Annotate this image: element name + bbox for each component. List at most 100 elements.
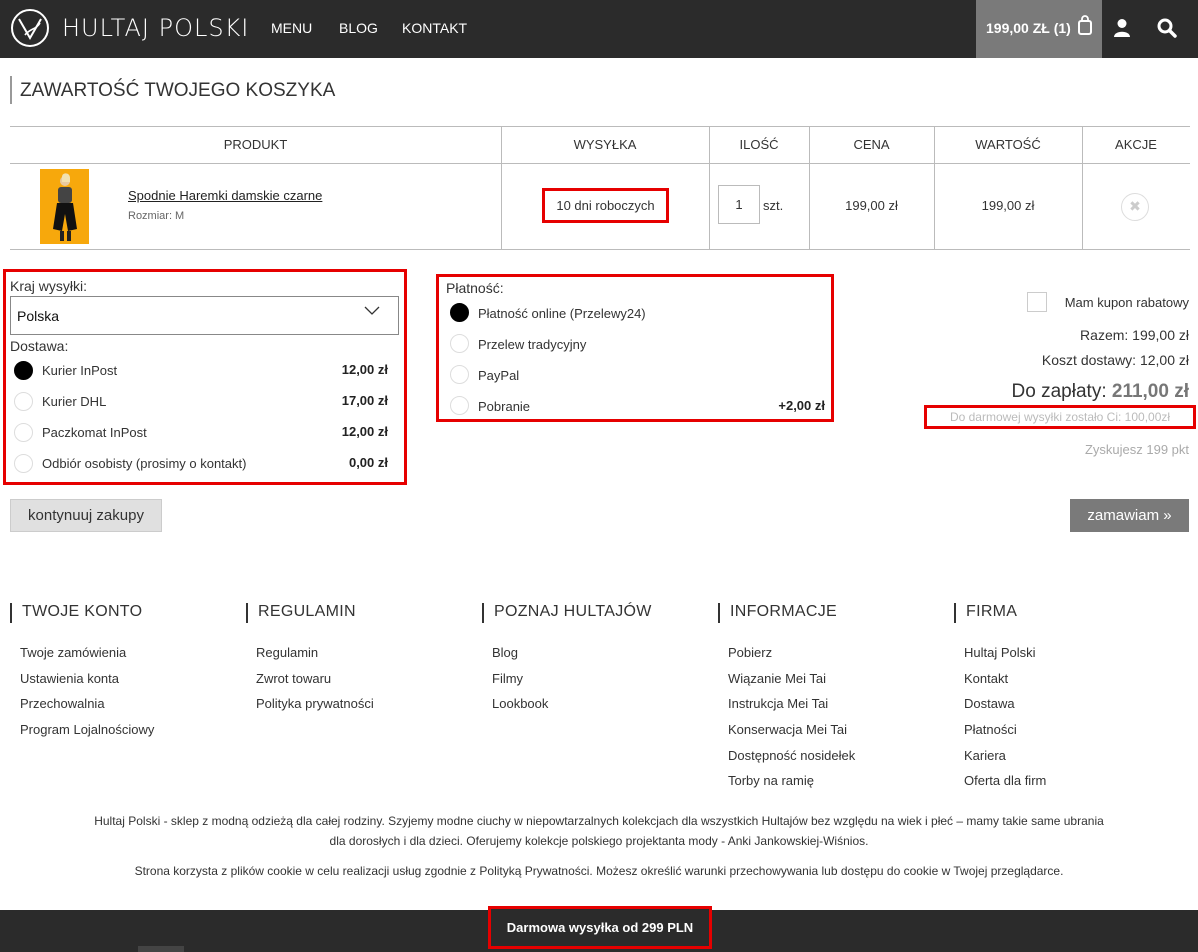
table-header-divider: [10, 163, 1190, 164]
table-border-bottom: [10, 249, 1190, 250]
delivery-option-price: 17,00 zł: [341, 393, 388, 408]
footer-link[interactable]: Kariera: [964, 748, 1006, 763]
column-header-shipping: WYSYŁKA: [573, 137, 637, 152]
free-shipping-note: Do darmowej wysyłki zostało Ci: 100,00zł: [924, 405, 1196, 429]
item-value: 199,00 zł: [981, 198, 1035, 213]
chevron-down-icon: [364, 306, 380, 315]
cookie-notice: Strona korzysta z plików cookie w celu r…: [134, 864, 1064, 878]
payment-option-label: Płatność online (Przelewy24): [478, 306, 646, 321]
payment-option-label: Pobranie: [478, 399, 531, 414]
total-label: Do zapłaty:: [1011, 381, 1107, 402]
page-title: ZAWARTOŚĆ TWOJEGO KOSZYKA: [10, 76, 335, 104]
continue-shopping-button[interactable]: kontynuuj zakupy: [10, 499, 162, 532]
delivery-option-label: Odbiór osobisty (prosimy o kontakt): [42, 456, 247, 471]
payment-option-label: PayPal: [478, 368, 520, 383]
column-header-product: PRODUKT: [223, 137, 288, 152]
footer-link[interactable]: Program Lojalnościowy: [20, 722, 154, 737]
nav-menu[interactable]: MENU: [271, 20, 312, 36]
footer-link[interactable]: Dostępność nosidełek: [728, 748, 855, 763]
column-header-value: WARTOŚĆ: [975, 137, 1041, 152]
footer-link[interactable]: Lookbook: [492, 696, 548, 711]
radio-odbior-osobisty[interactable]: [14, 454, 33, 473]
footer-link[interactable]: Wiązanie Mei Tai: [728, 671, 826, 686]
coupon-label[interactable]: Mam kupon rabatowy: [1065, 295, 1189, 310]
about-line: Hultaj Polski - sklep z modną odzieżą dl…: [94, 814, 1104, 828]
payment-label: Płatność:: [446, 280, 504, 296]
country-select[interactable]: Polska: [10, 296, 399, 335]
bottom-tab: [138, 946, 184, 952]
nav-kontakt[interactable]: KONTAKT: [402, 20, 467, 36]
delivery-option-price: 12,00 zł: [341, 424, 388, 439]
order-button[interactable]: zamawiam »: [1070, 499, 1189, 532]
footer-link[interactable]: Ustawienia konta: [20, 671, 119, 686]
shipping-time: 10 dni roboczych: [542, 188, 669, 223]
footer-title-account: TWOJE KONTO: [10, 603, 142, 623]
quantity-input[interactable]: 1: [718, 185, 760, 224]
total-to-pay: Do zapłaty: 211,00 zł: [1012, 381, 1189, 403]
shopping-bag-icon: [1078, 15, 1092, 35]
item-price: 199,00 zł: [845, 198, 898, 213]
remove-icon[interactable]: ✖: [1121, 193, 1149, 221]
table-border-top: [10, 126, 1190, 127]
footer-link[interactable]: Torby na ramię: [728, 773, 814, 788]
footer-link[interactable]: Polityka prywatności: [256, 696, 374, 711]
radio-paczkomat[interactable]: [14, 423, 33, 442]
product-name-link[interactable]: Spodnie Haremki damskie czarne: [128, 188, 322, 203]
subtotal: Razem: 199,00 zł: [1080, 327, 1189, 343]
delivery-option-price: 0,00 zł: [348, 455, 388, 470]
footer-link[interactable]: Przechowalnia: [20, 696, 105, 711]
about-line: dla dorosłych i dla dzieci. Oferujemy ko…: [329, 834, 869, 848]
delivery-option-label: Paczkomat InPost: [42, 425, 147, 440]
footer-link[interactable]: Oferta dla firm: [964, 773, 1046, 788]
radio-przelewy24[interactable]: [450, 303, 469, 322]
delivery-label: Dostawa:: [10, 338, 69, 354]
coupon-checkbox[interactable]: [1027, 292, 1047, 312]
logo-icon[interactable]: [10, 8, 50, 48]
payment-option-label: Przelew tradycyjny: [478, 337, 587, 352]
delivery-option-label: Kurier InPost: [42, 363, 118, 378]
footer-link[interactable]: Dostawa: [964, 696, 1015, 711]
cart-button[interactable]: 199,00 ZŁ (1): [976, 0, 1102, 58]
user-icon[interactable]: [1113, 18, 1131, 38]
product-thumbnail[interactable]: [40, 169, 89, 244]
footer-link[interactable]: Filmy: [492, 671, 523, 686]
radio-kurier-inpost[interactable]: [14, 361, 33, 380]
payment-option-price: +2,00 zł: [778, 398, 825, 413]
column-header-actions: AKCJE: [1115, 137, 1157, 152]
total-value: 211,00 zł: [1111, 381, 1189, 402]
footer-link[interactable]: Regulamin: [256, 645, 318, 660]
country-label: Kraj wysyłki:: [10, 278, 88, 294]
top-navbar: HULTAJ POLSKI MENU BLOG KONTAKT 199,00 Z…: [0, 0, 1198, 58]
footer-link[interactable]: Instrukcja Mei Tai: [728, 696, 828, 711]
search-icon[interactable]: [1157, 18, 1177, 38]
delivery-option-label: Kurier DHL: [42, 394, 107, 409]
footer-title-rules: REGULAMIN: [246, 603, 356, 623]
free-shipping-banner: Darmowa wysyłka od 299 PLN: [488, 906, 712, 949]
about-text: Hultaj Polski - sklep z modną odzieżą dl…: [0, 811, 1198, 851]
column-header-quantity: ILOŚĆ: [739, 137, 779, 152]
column-header-price: CENA: [853, 137, 890, 152]
footer-title-company: FIRMA: [954, 603, 1017, 623]
radio-paypal[interactable]: [450, 365, 469, 384]
footer-link[interactable]: Konserwacja Mei Tai: [728, 722, 847, 737]
footer-link[interactable]: Kontakt: [964, 671, 1008, 686]
footer-link[interactable]: Zwrot towaru: [256, 671, 331, 686]
footer-link[interactable]: Twoje zamówienia: [20, 645, 126, 660]
footer-title-info: INFORMACJE: [718, 603, 837, 623]
radio-pobranie[interactable]: [450, 396, 469, 415]
footer-link[interactable]: Płatności: [964, 722, 1017, 737]
delivery-option-price: 12,00 zł: [341, 362, 388, 377]
loyalty-points: Zyskujesz 199 pkt: [1084, 442, 1189, 457]
quantity-unit: szt.: [763, 198, 784, 213]
delivery-cost: Koszt dostawy: 12,00 zł: [1041, 352, 1189, 368]
footer-title-about: POZNAJ HULTAJÓW: [482, 603, 652, 623]
brand-name[interactable]: HULTAJ POLSKI: [62, 14, 249, 42]
footer-link[interactable]: Pobierz: [728, 645, 772, 660]
product-size: Rozmiar: M: [128, 210, 185, 222]
nav-blog[interactable]: BLOG: [339, 20, 378, 36]
cart-total: 199,00 ZŁ (1): [986, 20, 1071, 36]
footer-link[interactable]: Blog: [492, 645, 518, 660]
footer-link[interactable]: Hultaj Polski: [964, 645, 1036, 660]
radio-przelew-tradycyjny[interactable]: [450, 334, 469, 353]
radio-kurier-dhl[interactable]: [14, 392, 33, 411]
